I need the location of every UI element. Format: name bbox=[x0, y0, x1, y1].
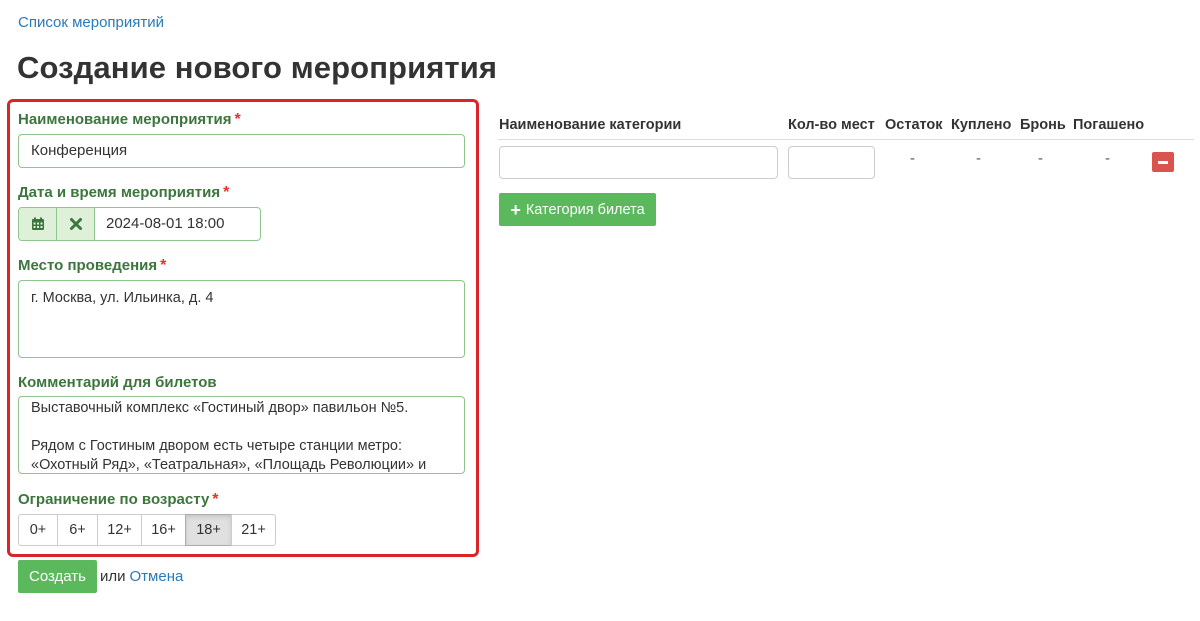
table-header-divider bbox=[498, 139, 1194, 140]
required-mark: * bbox=[234, 111, 241, 128]
age-restriction-label: Ограничение по возрасту * bbox=[18, 491, 219, 509]
clear-date-button[interactable] bbox=[57, 208, 95, 240]
event-datetime-label-text: Дата и время мероприятия bbox=[18, 184, 221, 201]
ticket-comment-textarea[interactable]: Выставочный комплекс «Гостиный двор» пав… bbox=[18, 396, 465, 474]
datetime-picker: 2024-08-01 18:00 bbox=[18, 207, 261, 241]
category-name-input[interactable] bbox=[499, 146, 778, 179]
ticket-comment-label: Комментарий для билетов bbox=[18, 374, 217, 391]
header-bought: Куплено bbox=[951, 117, 1012, 133]
header-qty: Кол-во мест bbox=[788, 117, 875, 133]
age-option-6[interactable]: 6+ bbox=[57, 514, 98, 546]
event-datetime-label: Дата и время мероприятия * bbox=[18, 184, 229, 202]
required-mark: * bbox=[212, 491, 219, 508]
event-name-input[interactable]: Конференция bbox=[18, 134, 465, 168]
breadcrumb-events-link[interactable]: Список мероприятий bbox=[18, 14, 164, 31]
event-name-label-text: Наименование мероприятия bbox=[18, 111, 232, 128]
redeemed-value: - bbox=[1105, 150, 1110, 167]
header-redeemed: Погашено bbox=[1073, 117, 1145, 133]
add-ticket-category-label: Категория билета bbox=[525, 201, 645, 218]
header-remaining: Остаток bbox=[885, 117, 943, 133]
age-option-16[interactable]: 16+ bbox=[141, 514, 186, 546]
submit-row: Создать или Отмена bbox=[18, 560, 183, 593]
header-reserved: Бронь bbox=[1020, 117, 1066, 133]
cancel-link[interactable]: Отмена bbox=[130, 568, 184, 585]
age-option-21[interactable]: 21+ bbox=[231, 514, 276, 546]
create-button[interactable]: Создать bbox=[18, 560, 97, 593]
bought-value: - bbox=[976, 150, 981, 167]
age-restriction-group: 0+ 6+ 12+ 16+ 18+ 21+ bbox=[18, 514, 276, 546]
age-option-18[interactable]: 18+ bbox=[185, 514, 232, 546]
plus-icon: + bbox=[510, 199, 521, 220]
event-place-label: Место проведения * bbox=[18, 257, 166, 275]
event-name-label: Наименование мероприятия * bbox=[18, 111, 241, 129]
age-option-0[interactable]: 0+ bbox=[18, 514, 58, 546]
category-qty-input[interactable] bbox=[788, 146, 875, 179]
remaining-value: - bbox=[910, 150, 915, 167]
ticket-comment-label-text: Комментарий для билетов bbox=[18, 374, 217, 391]
header-category-name: Наименование категории bbox=[499, 117, 682, 133]
event-place-textarea[interactable]: г. Москва, ул. Ильинка, д. 4 bbox=[18, 280, 465, 358]
close-icon bbox=[69, 218, 82, 230]
or-text: или bbox=[100, 568, 126, 585]
age-restriction-label-text: Ограничение по возрасту bbox=[18, 491, 210, 508]
add-ticket-category-button[interactable]: + Категория билета bbox=[499, 193, 656, 226]
required-mark: * bbox=[223, 184, 230, 201]
age-option-12[interactable]: 12+ bbox=[97, 514, 142, 546]
event-place-label-text: Место проведения bbox=[18, 257, 158, 274]
calendar-icon bbox=[31, 217, 44, 230]
minus-icon bbox=[1158, 160, 1168, 164]
reserved-value: - bbox=[1038, 150, 1043, 167]
remove-category-button[interactable] bbox=[1152, 152, 1174, 172]
required-mark: * bbox=[160, 257, 167, 274]
page-title: Создание нового мероприятия bbox=[17, 50, 498, 85]
event-datetime-input[interactable]: 2024-08-01 18:00 bbox=[95, 208, 260, 240]
calendar-button[interactable] bbox=[19, 208, 57, 240]
